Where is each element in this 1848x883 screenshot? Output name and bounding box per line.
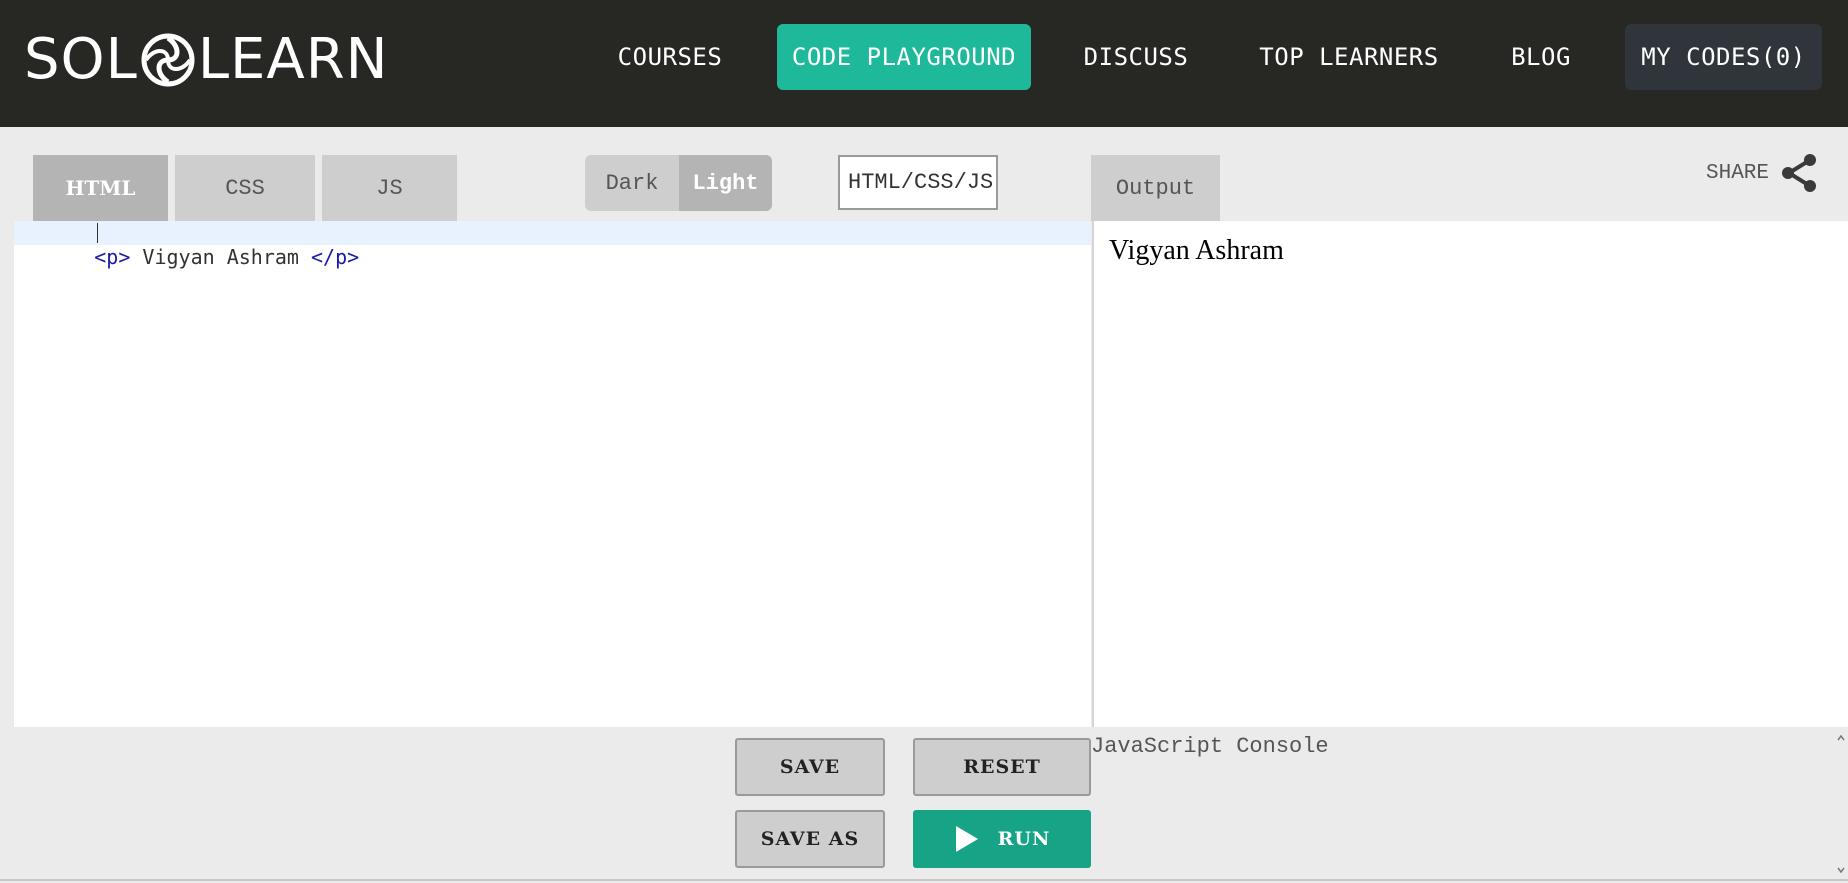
share-label: SHARE <box>1706 161 1770 185</box>
nav-blog[interactable]: BLOG <box>1500 24 1582 90</box>
nav-top-learners[interactable]: TOP LEARNERS <box>1250 24 1448 90</box>
nav-discuss[interactable]: DISCUSS <box>1074 24 1198 90</box>
nav-code-playground[interactable]: CODE PLAYGROUND <box>777 24 1031 90</box>
nav-my-codes[interactable]: MY CODES(0) <box>1625 24 1822 90</box>
code-close-tag: </p> <box>311 245 360 269</box>
code-open-tag: <p> <box>94 245 131 269</box>
scroll-down-icon[interactable] <box>1836 865 1846 875</box>
bottom-divider <box>0 879 1848 881</box>
code-text: Vigyan Ashram <box>130 245 311 269</box>
play-icon <box>955 826 978 852</box>
share-icon <box>1782 154 1817 192</box>
nav-courses[interactable]: COURSES <box>606 24 734 90</box>
run-button[interactable]: RUN <box>913 810 1091 868</box>
reset-button[interactable]: RESET <box>913 738 1091 796</box>
theme-light-option[interactable]: Light <box>679 155 772 211</box>
tab-js[interactable]: JS <box>322 155 457 221</box>
language-select[interactable]: HTML/CSS/JS <box>838 155 998 210</box>
logo-text-right: LEARN <box>197 27 389 92</box>
console-label: JavaScript Console <box>1091 734 1329 759</box>
theme-dark-option[interactable]: Dark <box>585 155 679 211</box>
run-label: RUN <box>997 828 1051 850</box>
editor-gutter <box>0 221 14 727</box>
text-cursor <box>97 223 98 243</box>
logo-swirl-icon <box>141 33 195 87</box>
code-playground-page: SOL LEARN COURSES CODE PLAYGROUND DISCUS… <box>0 0 1848 883</box>
code-line-1[interactable]: <p> Vigyan Ashram </p> <box>14 221 1091 269</box>
save-as-button[interactable]: SAVE AS <box>735 810 885 868</box>
code-editor[interactable]: <p> Vigyan Ashram </p> <box>14 221 1091 727</box>
theme-toggle: Dark Light <box>585 155 772 211</box>
output-paragraph: Vigyan Ashram <box>1109 235 1284 266</box>
javascript-console: JavaScript Console <box>1091 734 1831 874</box>
output-panel: Vigyan Ashram <box>1092 221 1848 727</box>
tab-css[interactable]: CSS <box>175 155 315 221</box>
scroll-up-icon[interactable] <box>1836 733 1846 743</box>
top-header: SOL LEARN COURSES CODE PLAYGROUND DISCUS… <box>0 0 1848 127</box>
share-button[interactable]: SHARE <box>1706 153 1819 193</box>
tab-html[interactable]: HTML <box>33 155 168 221</box>
sololearn-logo[interactable]: SOL LEARN <box>24 30 389 90</box>
save-button[interactable]: SAVE <box>735 738 885 796</box>
logo-text-left: SOL <box>24 27 138 92</box>
tab-output[interactable]: Output <box>1091 155 1220 221</box>
